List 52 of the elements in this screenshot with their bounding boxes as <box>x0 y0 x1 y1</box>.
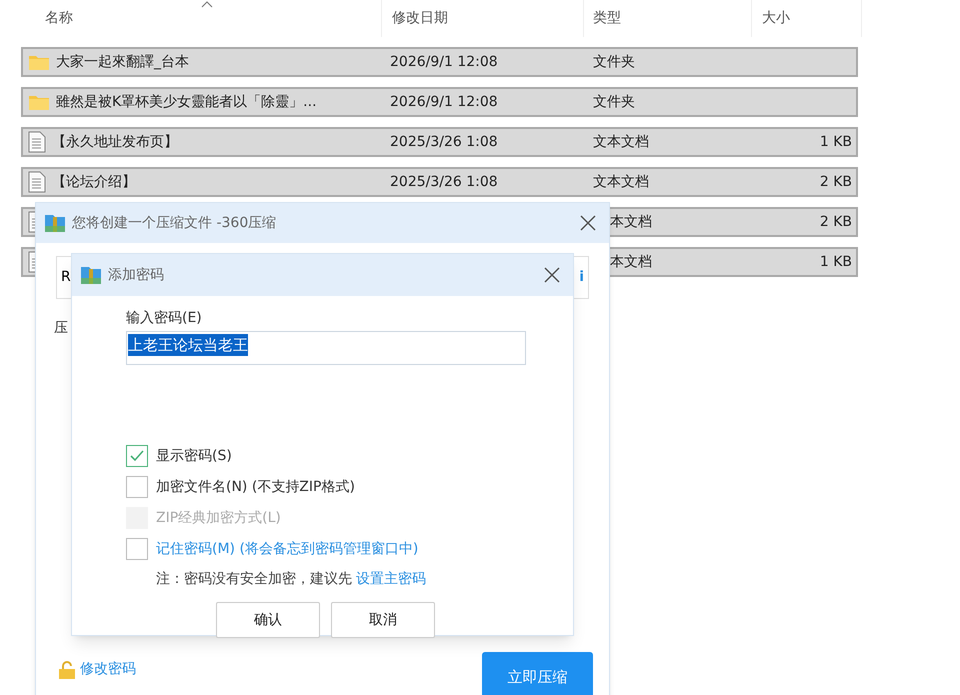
date-cell: 2026/9/1 12:08 <box>390 54 498 70</box>
date-cell: 2026/9/1 12:08 <box>390 94 498 110</box>
password-text: 上老王论坛当老王 <box>128 334 248 356</box>
type-cell-text: 本文档 <box>610 212 652 232</box>
close-icon[interactable] <box>543 266 561 284</box>
note-text: 注：密码没有安全加密，建议先 <box>156 570 352 589</box>
dialog-title: 添加密码 <box>108 266 165 284</box>
file-row[interactable]: 【永久地址发布页】 2025/3/26 1:08 文本文档 1 KB <box>21 127 858 157</box>
password-field[interactable]: 上老王论坛当老王 <box>126 331 526 365</box>
column-header[interactable]: 类型 <box>593 10 621 26</box>
date-cell: 2025/3/26 1:08 <box>390 174 498 190</box>
field-label: 压 <box>54 319 68 338</box>
archive-icon <box>80 265 102 285</box>
password-label: 输入密码(E) <box>126 309 203 328</box>
type-cell-text: 文本文档 <box>593 172 649 192</box>
cancel-button[interactable]: 取消 <box>331 602 435 638</box>
folder-icon <box>28 53 50 71</box>
close-icon[interactable] <box>579 214 597 232</box>
document-icon <box>28 131 46 153</box>
type-cell-text: 文件夹 <box>593 92 635 112</box>
dialog-title: 您将创建一个压缩文件 -360压缩 <box>72 214 278 232</box>
file-row[interactable]: 【论坛介绍】 2025/3/26 1:08 文本文档 2 KB <box>21 167 858 197</box>
column-header[interactable]: 大小 <box>762 10 790 26</box>
size-cell-text: 2 KB <box>820 212 852 232</box>
sort-caret-icon <box>201 0 213 8</box>
folder-icon <box>28 93 50 111</box>
type-cell-text: 本文档 <box>610 252 652 272</box>
file-name: 【永久地址发布页】 <box>52 132 178 152</box>
column-header[interactable]: 名称 <box>45 10 73 26</box>
file-row[interactable]: 雖然是被K罩杯美少女靈能者以「除靈」... 2026/9/1 12:08 文件夹 <box>21 87 858 117</box>
check-icon <box>130 450 144 462</box>
checkbox[interactable] <box>126 538 148 560</box>
checkbox[interactable] <box>126 445 148 467</box>
size-cell-text: 2 KB <box>820 172 852 192</box>
option-label[interactable]: 加密文件名(N) (不支持ZIP格式) <box>156 476 355 498</box>
file-row[interactable]: 大家一起來翻譯_台本 2026/9/1 12:08 文件夹 <box>21 47 858 77</box>
date-cell: 2025/3/26 1:08 <box>390 134 498 150</box>
option-label[interactable]: 显示密码(S) <box>156 446 232 466</box>
file-name: 雖然是被K罩杯美少女靈能者以「除靈」... <box>56 92 317 112</box>
path-text: R <box>61 268 71 287</box>
archive-icon <box>44 213 66 233</box>
document-icon <box>28 171 46 193</box>
file-name: 【论坛介绍】 <box>52 172 136 192</box>
type-cell-text: 文件夹 <box>593 52 635 72</box>
file-name: 大家一起來翻譯_台本 <box>56 52 189 72</box>
size-cell-text: 1 KB <box>820 132 852 152</box>
size-cell-text: 1 KB <box>820 252 852 272</box>
type-cell-text: 文本文档 <box>593 132 649 152</box>
checkbox[interactable] <box>126 476 148 498</box>
lock-icon <box>58 660 76 680</box>
confirm-button[interactable]: 确认 <box>216 602 320 638</box>
column-header[interactable]: 修改日期 <box>392 10 448 26</box>
